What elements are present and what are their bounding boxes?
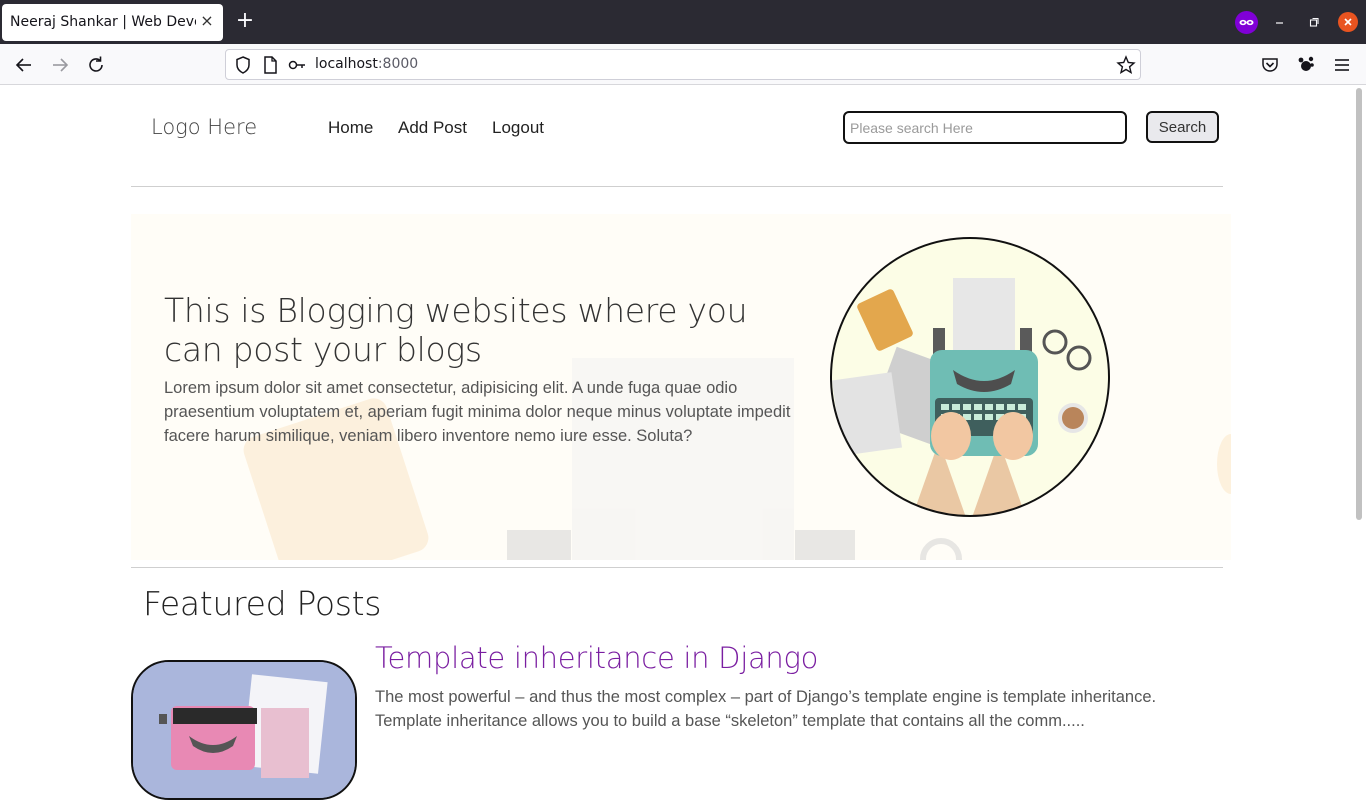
new-tab-icon[interactable]: +	[234, 10, 256, 32]
key-icon[interactable]	[286, 54, 308, 76]
post-title-link[interactable]: Template inheritance in Django	[375, 641, 818, 675]
hero-title: This is Blogging websites where you can …	[164, 291, 748, 369]
extension-icon[interactable]	[1295, 54, 1317, 76]
close-window-icon[interactable]	[1338, 12, 1358, 32]
post-excerpt: The most powerful – and thus the most co…	[375, 688, 1157, 730]
browser-tab-bar: Neeraj Shankar | Web Developer × +	[0, 0, 1366, 44]
post-thumbnail[interactable]	[131, 660, 357, 800]
url-port: :8000	[377, 56, 419, 72]
pocket-icon[interactable]	[1259, 54, 1281, 76]
search-button[interactable]: Search	[1146, 111, 1219, 143]
page-scrollbar[interactable]	[1356, 88, 1362, 520]
menu-hamburger-icon[interactable]	[1331, 54, 1353, 76]
shield-icon[interactable]	[232, 54, 254, 76]
back-arrow-icon[interactable]	[13, 54, 35, 76]
nav-home-link[interactable]: Home	[328, 118, 373, 138]
browser-nav-bar: localhost:8000	[0, 44, 1366, 85]
typewriter-illustration	[830, 237, 1110, 517]
reload-icon[interactable]	[85, 54, 107, 76]
header-divider	[131, 186, 1223, 187]
search-input[interactable]	[843, 111, 1127, 144]
hero-text: Lorem ipsum dolor sit amet consectetur, …	[164, 379, 791, 445]
forward-arrow-icon[interactable]	[49, 54, 71, 76]
hero-banner: This is Blogging websites where you can …	[131, 214, 1231, 560]
restore-window-icon[interactable]	[1304, 12, 1324, 32]
url-text: localhost:8000	[315, 56, 418, 72]
close-tab-icon[interactable]: ×	[199, 12, 215, 30]
pink-typewriter-image	[133, 662, 355, 798]
browser-tab[interactable]: Neeraj Shankar | Web Developer ×	[2, 4, 223, 41]
url-host: localhost	[315, 56, 378, 72]
nav-add-post-link[interactable]: Add Post	[398, 118, 467, 138]
hero-divider	[131, 567, 1223, 568]
tab-title: Neeraj Shankar | Web Developer	[10, 14, 196, 30]
nav-logout-link[interactable]: Logout	[492, 118, 544, 138]
page-icon[interactable]	[259, 54, 281, 76]
featured-posts-heading: Featured Posts	[143, 584, 382, 623]
private-browsing-icon	[1235, 11, 1258, 34]
bookmark-star-icon[interactable]	[1115, 54, 1137, 76]
address-bar[interactable]: localhost:8000	[225, 49, 1141, 80]
site-logo[interactable]: Logo Here	[151, 115, 257, 139]
minimize-window-icon[interactable]	[1270, 12, 1290, 32]
